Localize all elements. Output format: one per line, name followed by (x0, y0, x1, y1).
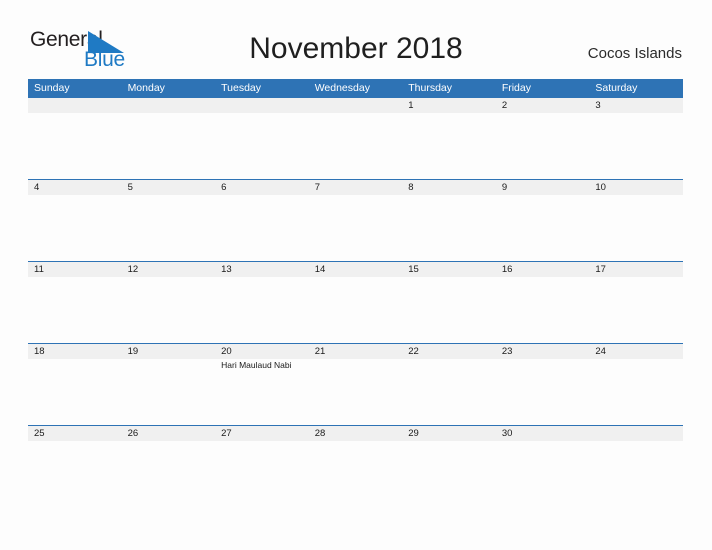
week-date-band: 11 12 13 14 15 16 17 (28, 262, 683, 277)
day-cell-with-holiday[interactable]: Hari Maulaud Nabi (215, 359, 309, 425)
day-number[interactable]: 30 (496, 426, 590, 441)
day-cell[interactable] (122, 441, 216, 507)
day-number[interactable]: 8 (402, 180, 496, 195)
day-number[interactable]: 19 (122, 344, 216, 359)
day-number[interactable]: 26 (122, 426, 216, 441)
day-number[interactable]: 27 (215, 426, 309, 441)
day-number[interactable] (589, 426, 683, 441)
day-number[interactable]: 25 (28, 426, 122, 441)
day-number[interactable]: 29 (402, 426, 496, 441)
day-number[interactable]: 20 (215, 344, 309, 359)
day-cell[interactable] (402, 113, 496, 179)
day-number[interactable]: 16 (496, 262, 590, 277)
day-cell[interactable] (496, 277, 590, 343)
day-number[interactable]: 5 (122, 180, 216, 195)
day-cell[interactable] (215, 277, 309, 343)
week-date-band: 1 2 3 (28, 98, 683, 113)
day-cell[interactable] (309, 195, 403, 261)
weekday-header-saturday: Saturday (595, 82, 638, 94)
week-event-area (28, 441, 683, 507)
day-cell[interactable] (309, 441, 403, 507)
day-number[interactable]: 6 (215, 180, 309, 195)
weekday-header-thursday: Thursday (408, 82, 453, 94)
day-number[interactable]: 2 (496, 98, 590, 113)
day-cell[interactable] (122, 359, 216, 425)
week-event-area (28, 277, 683, 343)
day-cell[interactable] (28, 359, 122, 425)
day-cell[interactable] (122, 113, 216, 179)
day-cell[interactable] (402, 441, 496, 507)
day-cell[interactable] (496, 359, 590, 425)
day-number[interactable] (215, 98, 309, 113)
day-cell[interactable] (589, 277, 683, 343)
day-cell[interactable] (589, 195, 683, 261)
day-cell[interactable] (402, 195, 496, 261)
day-cell[interactable] (496, 113, 590, 179)
day-cell[interactable] (28, 441, 122, 507)
day-cell[interactable] (589, 113, 683, 179)
day-number[interactable]: 12 (122, 262, 216, 277)
week-date-band: 25 26 27 28 29 30 (28, 426, 683, 441)
day-cell[interactable] (589, 441, 683, 507)
day-number[interactable]: 10 (589, 180, 683, 195)
weekday-header-sunday: Sunday (34, 82, 70, 94)
week-row: 25 26 27 28 29 30 (28, 425, 683, 507)
weekday-header-tuesday: Tuesday (221, 82, 262, 94)
day-cell[interactable] (122, 195, 216, 261)
week-event-area (28, 195, 683, 261)
day-number[interactable] (309, 98, 403, 113)
weekday-header-row: Sunday Monday Tuesday Wednesday Thursday… (28, 79, 683, 97)
day-cell[interactable] (589, 359, 683, 425)
day-cell[interactable] (309, 359, 403, 425)
weekday-header-monday: Monday (127, 82, 165, 94)
week-row: 1 2 3 (28, 97, 683, 179)
week-row: 18 19 20 21 22 23 24 Hari Maulaud Nabi (28, 343, 683, 425)
weekday-header-friday: Friday (501, 82, 531, 94)
day-number[interactable]: 9 (496, 180, 590, 195)
day-number[interactable]: 3 (589, 98, 683, 113)
day-event-text: Hari Maulaud Nabi (221, 360, 292, 370)
day-number[interactable]: 11 (28, 262, 122, 277)
day-cell[interactable] (122, 277, 216, 343)
day-cell[interactable] (309, 113, 403, 179)
day-number[interactable]: 28 (309, 426, 403, 441)
day-cell[interactable] (28, 277, 122, 343)
day-cell[interactable] (215, 113, 309, 179)
day-number[interactable]: 18 (28, 344, 122, 359)
day-number[interactable]: 14 (309, 262, 403, 277)
week-event-area (28, 113, 683, 179)
day-cell[interactable] (402, 277, 496, 343)
day-cell[interactable] (496, 441, 590, 507)
calendar-grid: Sunday Monday Tuesday Wednesday Thursday… (28, 79, 683, 507)
week-date-band: 18 19 20 21 22 23 24 (28, 344, 683, 359)
day-number[interactable]: 13 (215, 262, 309, 277)
day-cell[interactable] (215, 441, 309, 507)
day-number[interactable]: 4 (28, 180, 122, 195)
day-number[interactable]: 23 (496, 344, 590, 359)
day-number[interactable]: 21 (309, 344, 403, 359)
day-number[interactable] (122, 98, 216, 113)
week-row: 11 12 13 14 15 16 17 (28, 261, 683, 343)
day-cell[interactable] (215, 195, 309, 261)
day-cell[interactable] (28, 113, 122, 179)
week-date-band: 4 5 6 7 8 9 10 (28, 180, 683, 195)
week-row: 4 5 6 7 8 9 10 (28, 179, 683, 261)
day-number[interactable]: 24 (589, 344, 683, 359)
day-cell[interactable] (496, 195, 590, 261)
day-number[interactable] (28, 98, 122, 113)
week-event-area: Hari Maulaud Nabi (28, 359, 683, 425)
page-header: General Blue November 2018 Cocos Islands (0, 0, 712, 71)
day-number[interactable]: 22 (402, 344, 496, 359)
day-number[interactable]: 1 (402, 98, 496, 113)
region-label: Cocos Islands (587, 45, 682, 62)
weekday-header-wednesday: Wednesday (314, 82, 370, 94)
day-number[interactable]: 15 (402, 262, 496, 277)
day-cell[interactable] (402, 359, 496, 425)
day-cell[interactable] (309, 277, 403, 343)
day-cell[interactable] (28, 195, 122, 261)
day-number[interactable]: 17 (589, 262, 683, 277)
day-number[interactable]: 7 (309, 180, 403, 195)
